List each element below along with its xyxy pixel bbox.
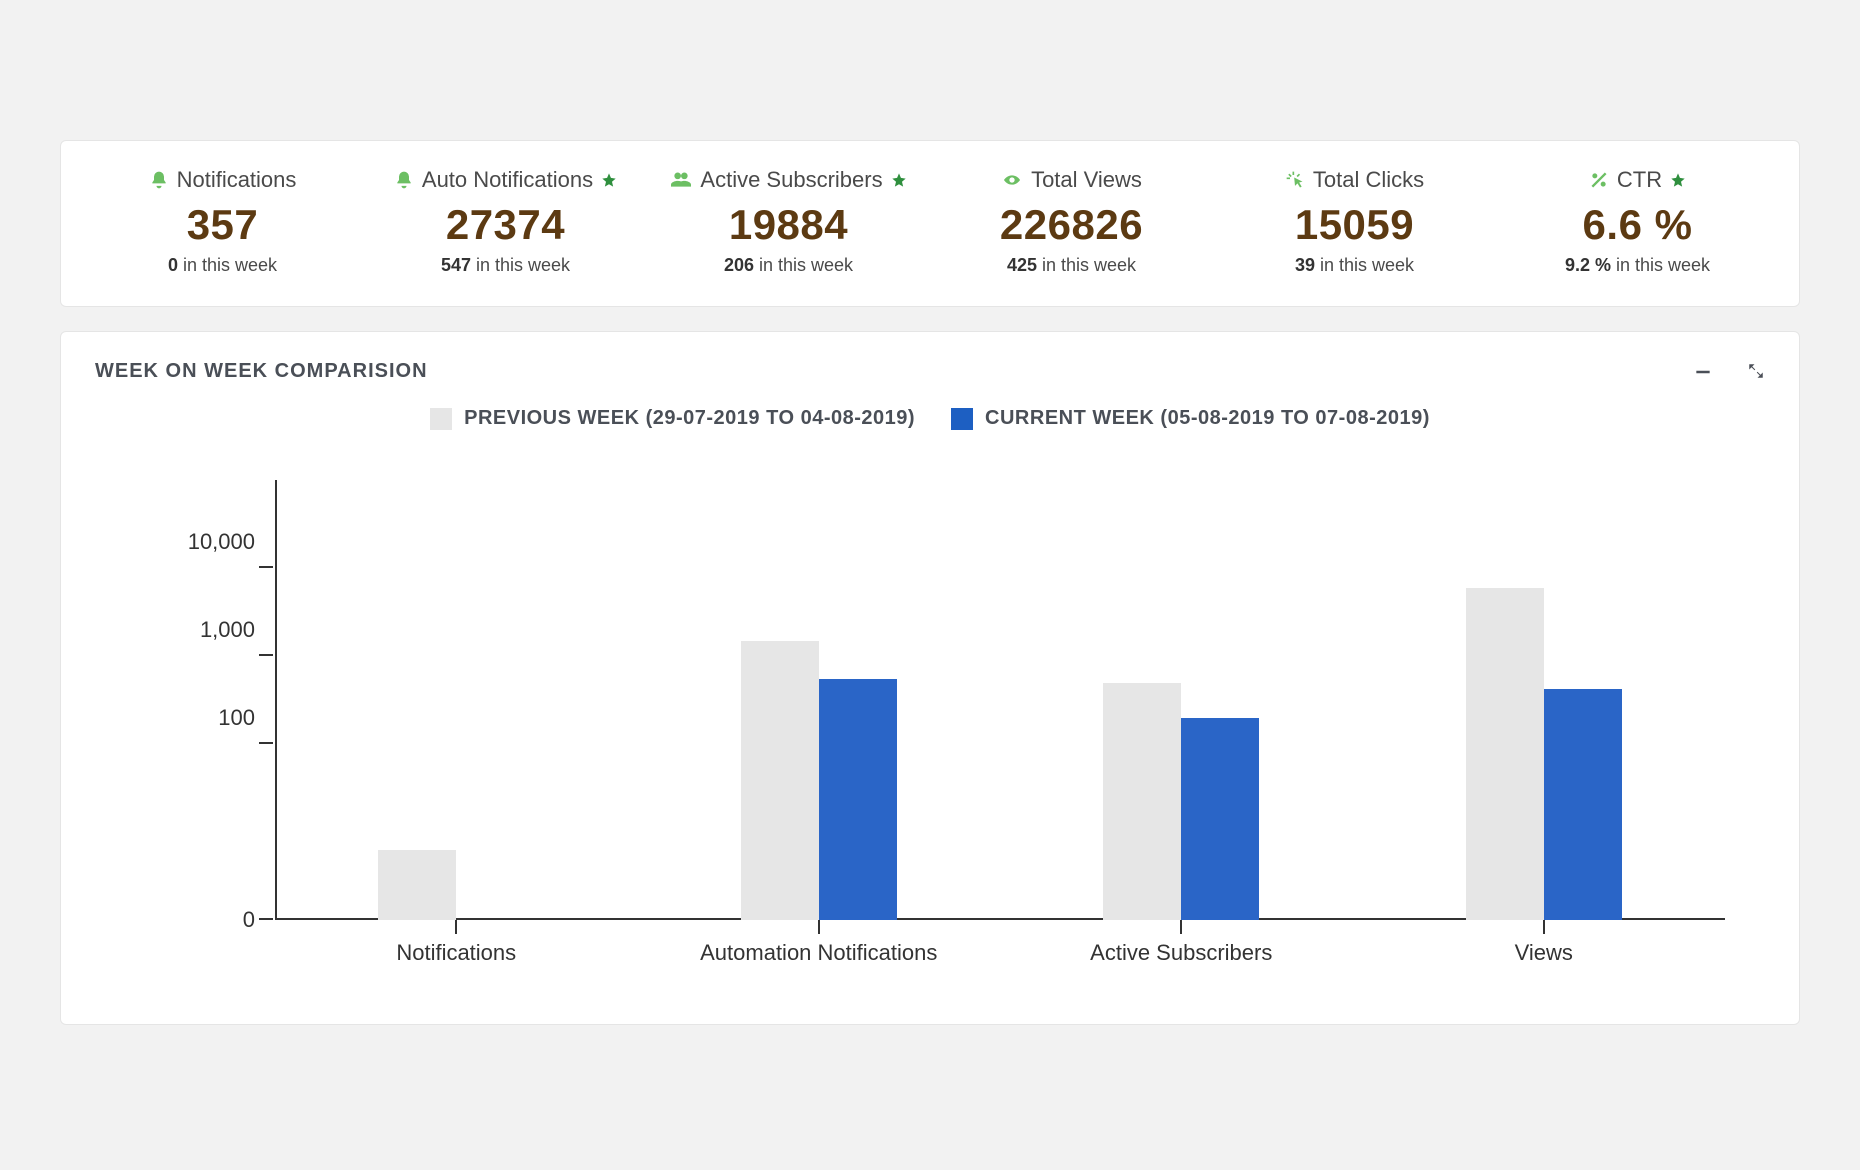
bar-current[interactable]: [819, 679, 897, 920]
stat-label: Auto Notifications: [422, 167, 593, 193]
x-axis-label: Automation Notifications: [638, 940, 1001, 966]
chart-card: WEEK ON WEEK COMPARISION PREVIOUS WEEK (…: [60, 331, 1800, 1025]
x-axis-label: Active Subscribers: [1000, 940, 1363, 966]
stat-subtext: 9.2 % in this week: [1496, 255, 1779, 276]
bar-current[interactable]: [1544, 689, 1622, 920]
x-axis-label: Views: [1363, 940, 1726, 966]
users-icon: [670, 170, 692, 190]
y-axis-labels: 0 100 1,000 10,000: [145, 480, 255, 920]
bar-current[interactable]: [1181, 718, 1259, 920]
stat-value: 19884: [647, 201, 930, 249]
stat-ctr: CTR 6.6 % 9.2 % in this week: [1496, 167, 1779, 276]
stat-notifications: Notifications 357 0 in this week: [81, 167, 364, 276]
chart-plot: 0 100 1,000 10,000 NotificationsAutomati…: [275, 510, 1725, 920]
swatch-icon: [430, 408, 452, 430]
stat-label: Active Subscribers: [700, 167, 882, 193]
stat-value: 27374: [364, 201, 647, 249]
percent-icon: [1589, 170, 1609, 190]
bar-previous[interactable]: [741, 641, 819, 920]
stat-label: Total Clicks: [1313, 167, 1424, 193]
stat-auto-notifications: Auto Notifications 27374 547 in this wee…: [364, 167, 647, 276]
click-icon: [1285, 170, 1305, 190]
stat-subtext: 39 in this week: [1213, 255, 1496, 276]
x-axis-label: Notifications: [275, 940, 638, 966]
stat-value: 15059: [1213, 201, 1496, 249]
legend-label: CURRENT WEEK (05-08-2019 TO 07-08-2019): [985, 407, 1430, 430]
bar-group: Notifications: [275, 510, 638, 920]
bell-icon: [394, 170, 414, 190]
swatch-icon: [951, 408, 973, 430]
stat-total-clicks: Total Clicks 15059 39 in this week: [1213, 167, 1496, 276]
stat-subtext: 547 in this week: [364, 255, 647, 276]
star-icon: [601, 172, 617, 188]
chart-legend: PREVIOUS WEEK (29-07-2019 TO 04-08-2019)…: [95, 407, 1765, 430]
bar-group: Active Subscribers: [1000, 510, 1363, 920]
star-icon: [1670, 172, 1686, 188]
stat-active-subscribers: Active Subscribers 19884 206 in this wee…: [647, 167, 930, 276]
stat-subtext: 206 in this week: [647, 255, 930, 276]
stat-label: Notifications: [177, 167, 297, 193]
stats-card: Notifications 357 0 in this week Auto No…: [60, 140, 1800, 307]
collapse-button[interactable]: [1693, 362, 1713, 382]
eye-icon: [1001, 172, 1023, 188]
bar-group: Automation Notifications: [638, 510, 1001, 920]
bar-previous[interactable]: [1103, 683, 1181, 921]
legend-label: PREVIOUS WEEK (29-07-2019 TO 04-08-2019): [464, 407, 915, 430]
bell-icon: [149, 170, 169, 190]
expand-button[interactable]: [1747, 362, 1765, 382]
stat-label: Total Views: [1031, 167, 1142, 193]
bar-group: Views: [1363, 510, 1726, 920]
stat-total-views: Total Views 226826 425 in this week: [930, 167, 1213, 276]
legend-current[interactable]: CURRENT WEEK (05-08-2019 TO 07-08-2019): [951, 407, 1430, 430]
stat-subtext: 425 in this week: [930, 255, 1213, 276]
chart-title: WEEK ON WEEK COMPARISION: [95, 360, 428, 383]
legend-previous[interactable]: PREVIOUS WEEK (29-07-2019 TO 04-08-2019): [430, 407, 915, 430]
stat-label: CTR: [1617, 167, 1662, 193]
stat-value: 226826: [930, 201, 1213, 249]
star-icon: [891, 172, 907, 188]
stat-value: 357: [81, 201, 364, 249]
bar-previous[interactable]: [1466, 588, 1544, 920]
stat-value: 6.6 %: [1496, 201, 1779, 249]
bar-previous[interactable]: [378, 850, 456, 920]
stat-subtext: 0 in this week: [81, 255, 364, 276]
